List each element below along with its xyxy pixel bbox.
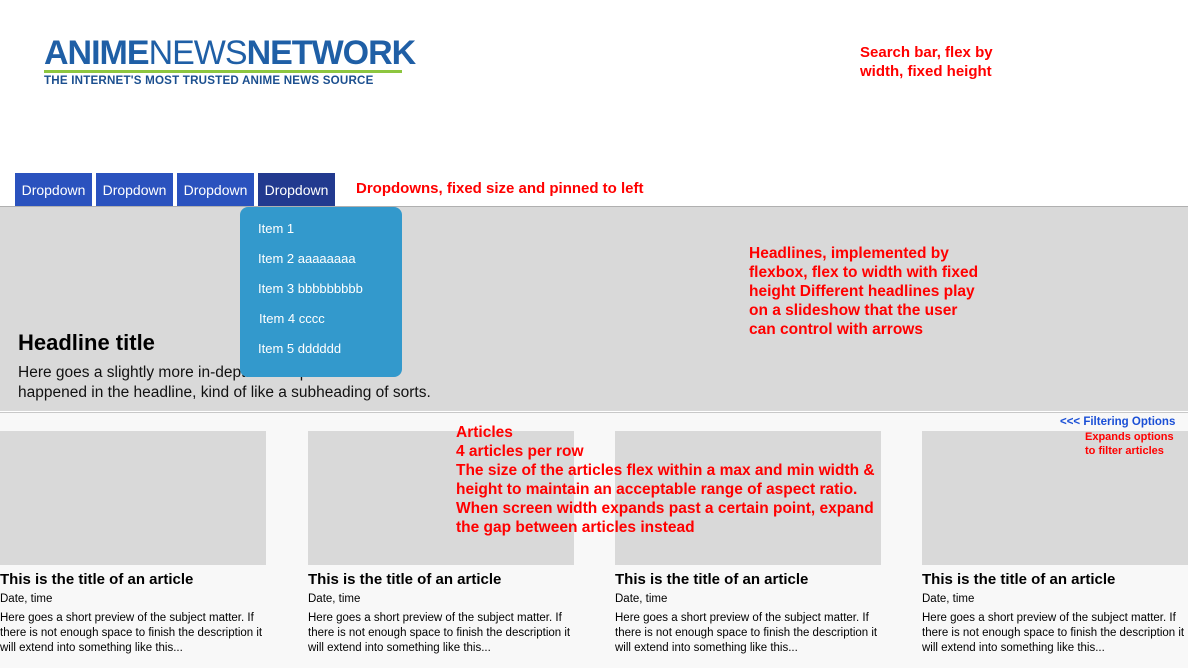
article-preview: Here goes a short preview of the subject… (308, 612, 571, 654)
article-card[interactable]: This is the title of an article Date, ti… (0, 431, 266, 656)
dropdown-nav: Dropdown Dropdown Dropdown Dropdown (15, 173, 335, 206)
article-preview: Here goes a short preview of the subject… (922, 612, 1185, 654)
menu-item-3[interactable]: Item 3 bbbbbbbbb (258, 281, 363, 296)
article-date: Date, time (308, 593, 361, 605)
headlines-note: Headlines, implemented by flexbox, flex … (749, 245, 979, 338)
logo-tagline: THE INTERNET'S MOST TRUSTED ANIME NEWS S… (44, 74, 374, 87)
article-thumbnail[interactable] (0, 431, 266, 565)
site-logo[interactable]: ANIMENEWSNETWORK THE INTERNET'S MOST TRU… (44, 34, 416, 87)
nav-dropdown-1[interactable]: Dropdown (15, 173, 92, 206)
article-date: Date, time (615, 593, 668, 605)
nav-dropdown-4[interactable]: Dropdown (258, 173, 335, 206)
articles-note-heading: Articles (456, 424, 513, 441)
article-date: Date, time (0, 593, 53, 605)
article-title[interactable]: This is the title of an article (0, 571, 266, 588)
dropdown-menu: Item 1 Item 2 aaaaaaaa Item 3 bbbbbbbbb … (240, 207, 402, 377)
article-title[interactable]: This is the title of an article (615, 571, 881, 588)
article-preview: Here goes a short preview of the subject… (0, 612, 263, 654)
headline-title[interactable]: Headline title (18, 330, 155, 356)
menu-item-1[interactable]: Item 1 (258, 221, 294, 236)
articles-note-per-row: 4 articles per row (456, 443, 584, 460)
nav-dropdown-2[interactable]: Dropdown (96, 173, 173, 206)
headline-slideshow[interactable]: Headline title Here goes a slightly more… (0, 206, 1188, 411)
article-title[interactable]: This is the title of an article (308, 571, 574, 588)
nav-dropdown-3[interactable]: Dropdown (177, 173, 254, 206)
article-preview: Here goes a short preview of the subject… (615, 612, 878, 654)
search-bar-note: Search bar, flex by width, fixed height (860, 44, 993, 80)
menu-item-5[interactable]: Item 5 dddddd (258, 341, 341, 356)
logo-wordmark: ANIMENEWSNETWORK (44, 34, 416, 72)
article-card[interactable]: This is the title of an article Date, ti… (922, 431, 1188, 656)
articles-note: Articles 4 articles per row The size of … (456, 423, 896, 537)
logo-word-news: NEWS (148, 34, 248, 72)
logo-word-anime: ANIME (44, 34, 150, 72)
filtering-options-toggle[interactable]: <<< Filtering Options (1060, 416, 1175, 428)
articles-note-body: The size of the articles flex within a m… (456, 462, 875, 536)
menu-item-2[interactable]: Item 2 aaaaaaaa (258, 251, 356, 266)
article-date: Date, time (922, 593, 975, 605)
article-title[interactable]: This is the title of an article (922, 571, 1188, 588)
dropdowns-note: Dropdowns, fixed size and pinned to left (356, 180, 644, 197)
filter-note: Expands options to filter articles (1085, 431, 1174, 457)
logo-word-network: NETWORK (246, 34, 417, 72)
menu-item-4[interactable]: Item 4 cccc (259, 311, 325, 326)
